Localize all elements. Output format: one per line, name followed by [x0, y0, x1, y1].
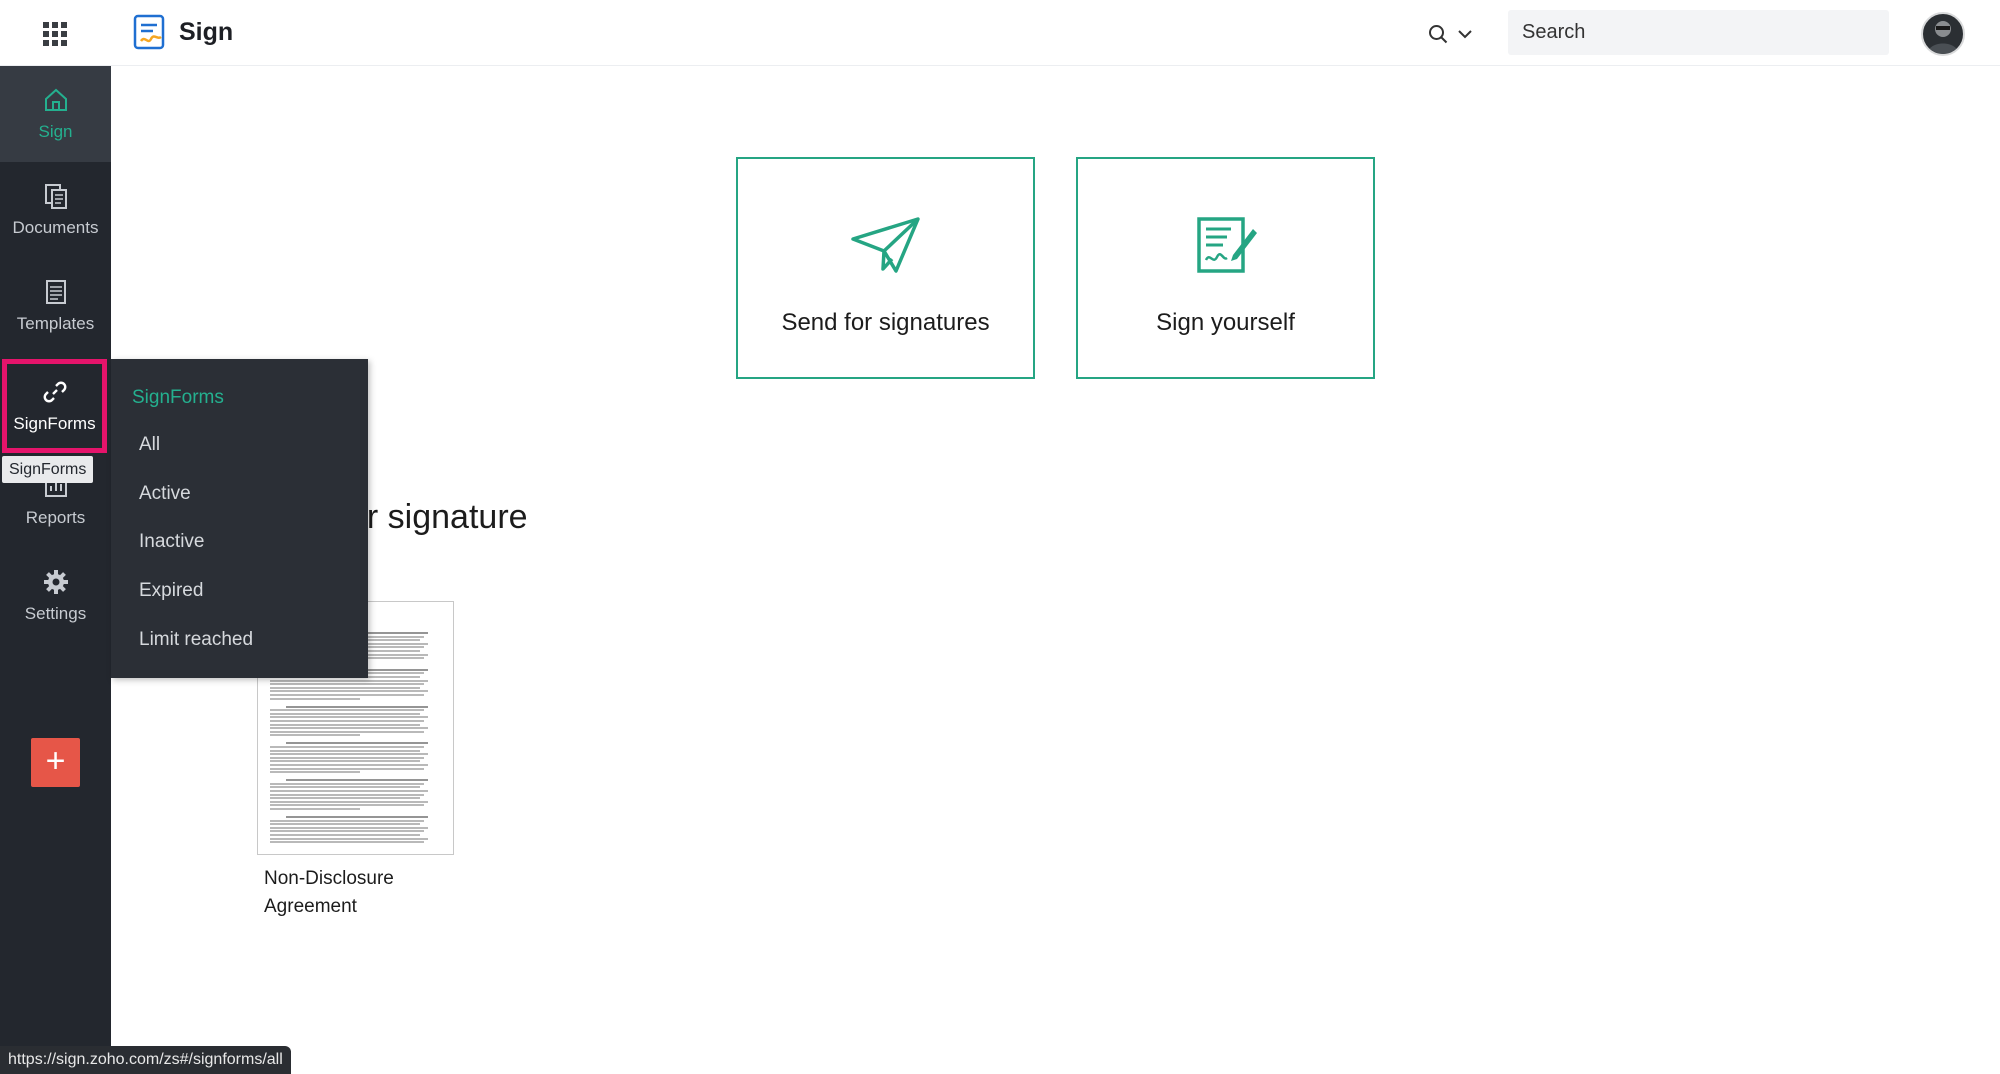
document-preview-line — [270, 786, 420, 789]
document-preview-line — [286, 779, 428, 782]
sidebar-item-label: Settings — [24, 604, 87, 623]
signforms-flyout-menu: SignForms All Active Inactive Expired Li… — [111, 359, 368, 678]
document-preview-line — [270, 767, 424, 770]
document-preview-line — [270, 804, 424, 807]
document-preview-line — [270, 753, 428, 756]
home-icon — [44, 88, 67, 111]
document-preview-line — [270, 694, 424, 696]
sidebar-item-label: Sign — [38, 122, 73, 141]
flyout-title: SignForms — [132, 387, 224, 408]
document-preview-line — [270, 841, 424, 844]
paper-plane-icon — [850, 217, 920, 273]
document-preview-line — [270, 760, 420, 763]
sidebar-item-settings[interactable]: Settings — [0, 548, 111, 644]
top-bar: Sign — [0, 0, 2000, 66]
brand[interactable]: Sign — [133, 14, 233, 50]
search-input[interactable] — [1508, 10, 1889, 55]
sidebar-item-label: SignForms — [13, 414, 96, 433]
document-preview-line — [270, 709, 424, 712]
document-preview-line — [270, 723, 420, 726]
section-heading: ur signature — [348, 498, 528, 536]
flyout-item-all[interactable]: All — [139, 434, 160, 456]
document-preview-line — [286, 742, 428, 745]
sign-document-icon — [1196, 217, 1257, 273]
document-preview-line — [270, 679, 428, 682]
document-preview-line — [270, 764, 428, 766]
document-preview-line — [270, 826, 428, 829]
document-preview-line — [270, 823, 420, 826]
document-name-line: Non-Disclosure — [264, 868, 394, 889]
templates-icon — [45, 280, 66, 304]
link-icon — [43, 381, 66, 403]
document-preview-line — [270, 819, 424, 822]
card-label: Send for signatures — [781, 309, 990, 336]
sidebar-item-sign[interactable]: Sign — [0, 66, 111, 162]
sidebar: Sign Documents Templates SignForms Repor… — [0, 66, 111, 1074]
document-preview-line — [270, 746, 424, 748]
document-preview-line — [270, 771, 360, 774]
document-preview-line — [270, 756, 424, 759]
status-bar-url: https://sign.zoho.com/zs#/signforms/all — [0, 1046, 291, 1074]
app-title: Sign — [179, 17, 234, 46]
gear-icon — [43, 570, 68, 594]
document-preview-line — [286, 816, 428, 818]
documents-icon — [44, 184, 67, 209]
sidebar-item-templates[interactable]: Templates — [0, 258, 111, 354]
document-preview-line — [270, 683, 424, 686]
chevron-down-icon — [1458, 30, 1472, 39]
sidebar-item-label: Documents — [12, 218, 99, 237]
document-preview-line — [270, 712, 420, 715]
document-preview-line — [270, 808, 360, 810]
flyout-item-expired[interactable]: Expired — [139, 580, 203, 602]
sidebar-item-label: Reports — [25, 508, 86, 527]
document-preview-line — [270, 837, 428, 840]
search-icon — [1429, 25, 1448, 44]
sidebar-item-label: Templates — [16, 314, 95, 333]
document-preview-line — [270, 716, 428, 719]
sidebar-item-signforms[interactable]: SignForms — [2, 359, 107, 453]
document-preview-line — [270, 797, 420, 800]
document-preview-line — [270, 730, 424, 733]
flyout-item-active[interactable]: Active — [139, 483, 191, 505]
document-preview-line — [270, 720, 424, 722]
tooltip: SignForms — [2, 456, 94, 483]
document-preview-line — [270, 749, 420, 752]
send-for-signatures-card[interactable]: Send for signatures — [736, 157, 1035, 379]
document-name-line: Agreement — [264, 896, 357, 917]
sign-logo-icon — [133, 14, 165, 50]
search-scope-dropdown[interactable] — [1428, 24, 1472, 44]
document-preview-line — [270, 686, 420, 689]
document-preview-line — [270, 830, 424, 833]
sign-yourself-card[interactable]: Sign yourself — [1076, 157, 1375, 379]
document-preview-line — [286, 705, 428, 708]
document-preview-line — [270, 734, 360, 737]
sidebar-item-documents[interactable]: Documents — [0, 162, 111, 258]
app-grid-icon[interactable] — [42, 21, 68, 47]
flyout-item-inactive[interactable]: Inactive — [139, 531, 204, 553]
document-preview-line — [270, 800, 428, 803]
document-preview-line — [270, 690, 428, 693]
document-preview-line — [270, 697, 360, 700]
document-preview-line — [270, 782, 424, 785]
document-name[interactable]: Non-Disclosure Agreement — [264, 865, 464, 921]
document-preview-line — [270, 834, 420, 836]
avatar[interactable] — [1921, 12, 1965, 56]
card-label: Sign yourself — [1156, 309, 1295, 336]
add-button[interactable]: + — [31, 738, 80, 787]
document-preview-line — [270, 790, 428, 792]
document-preview-line — [270, 793, 424, 796]
document-preview-line — [270, 727, 428, 730]
flyout-item-limit-reached[interactable]: Limit reached — [139, 629, 253, 651]
